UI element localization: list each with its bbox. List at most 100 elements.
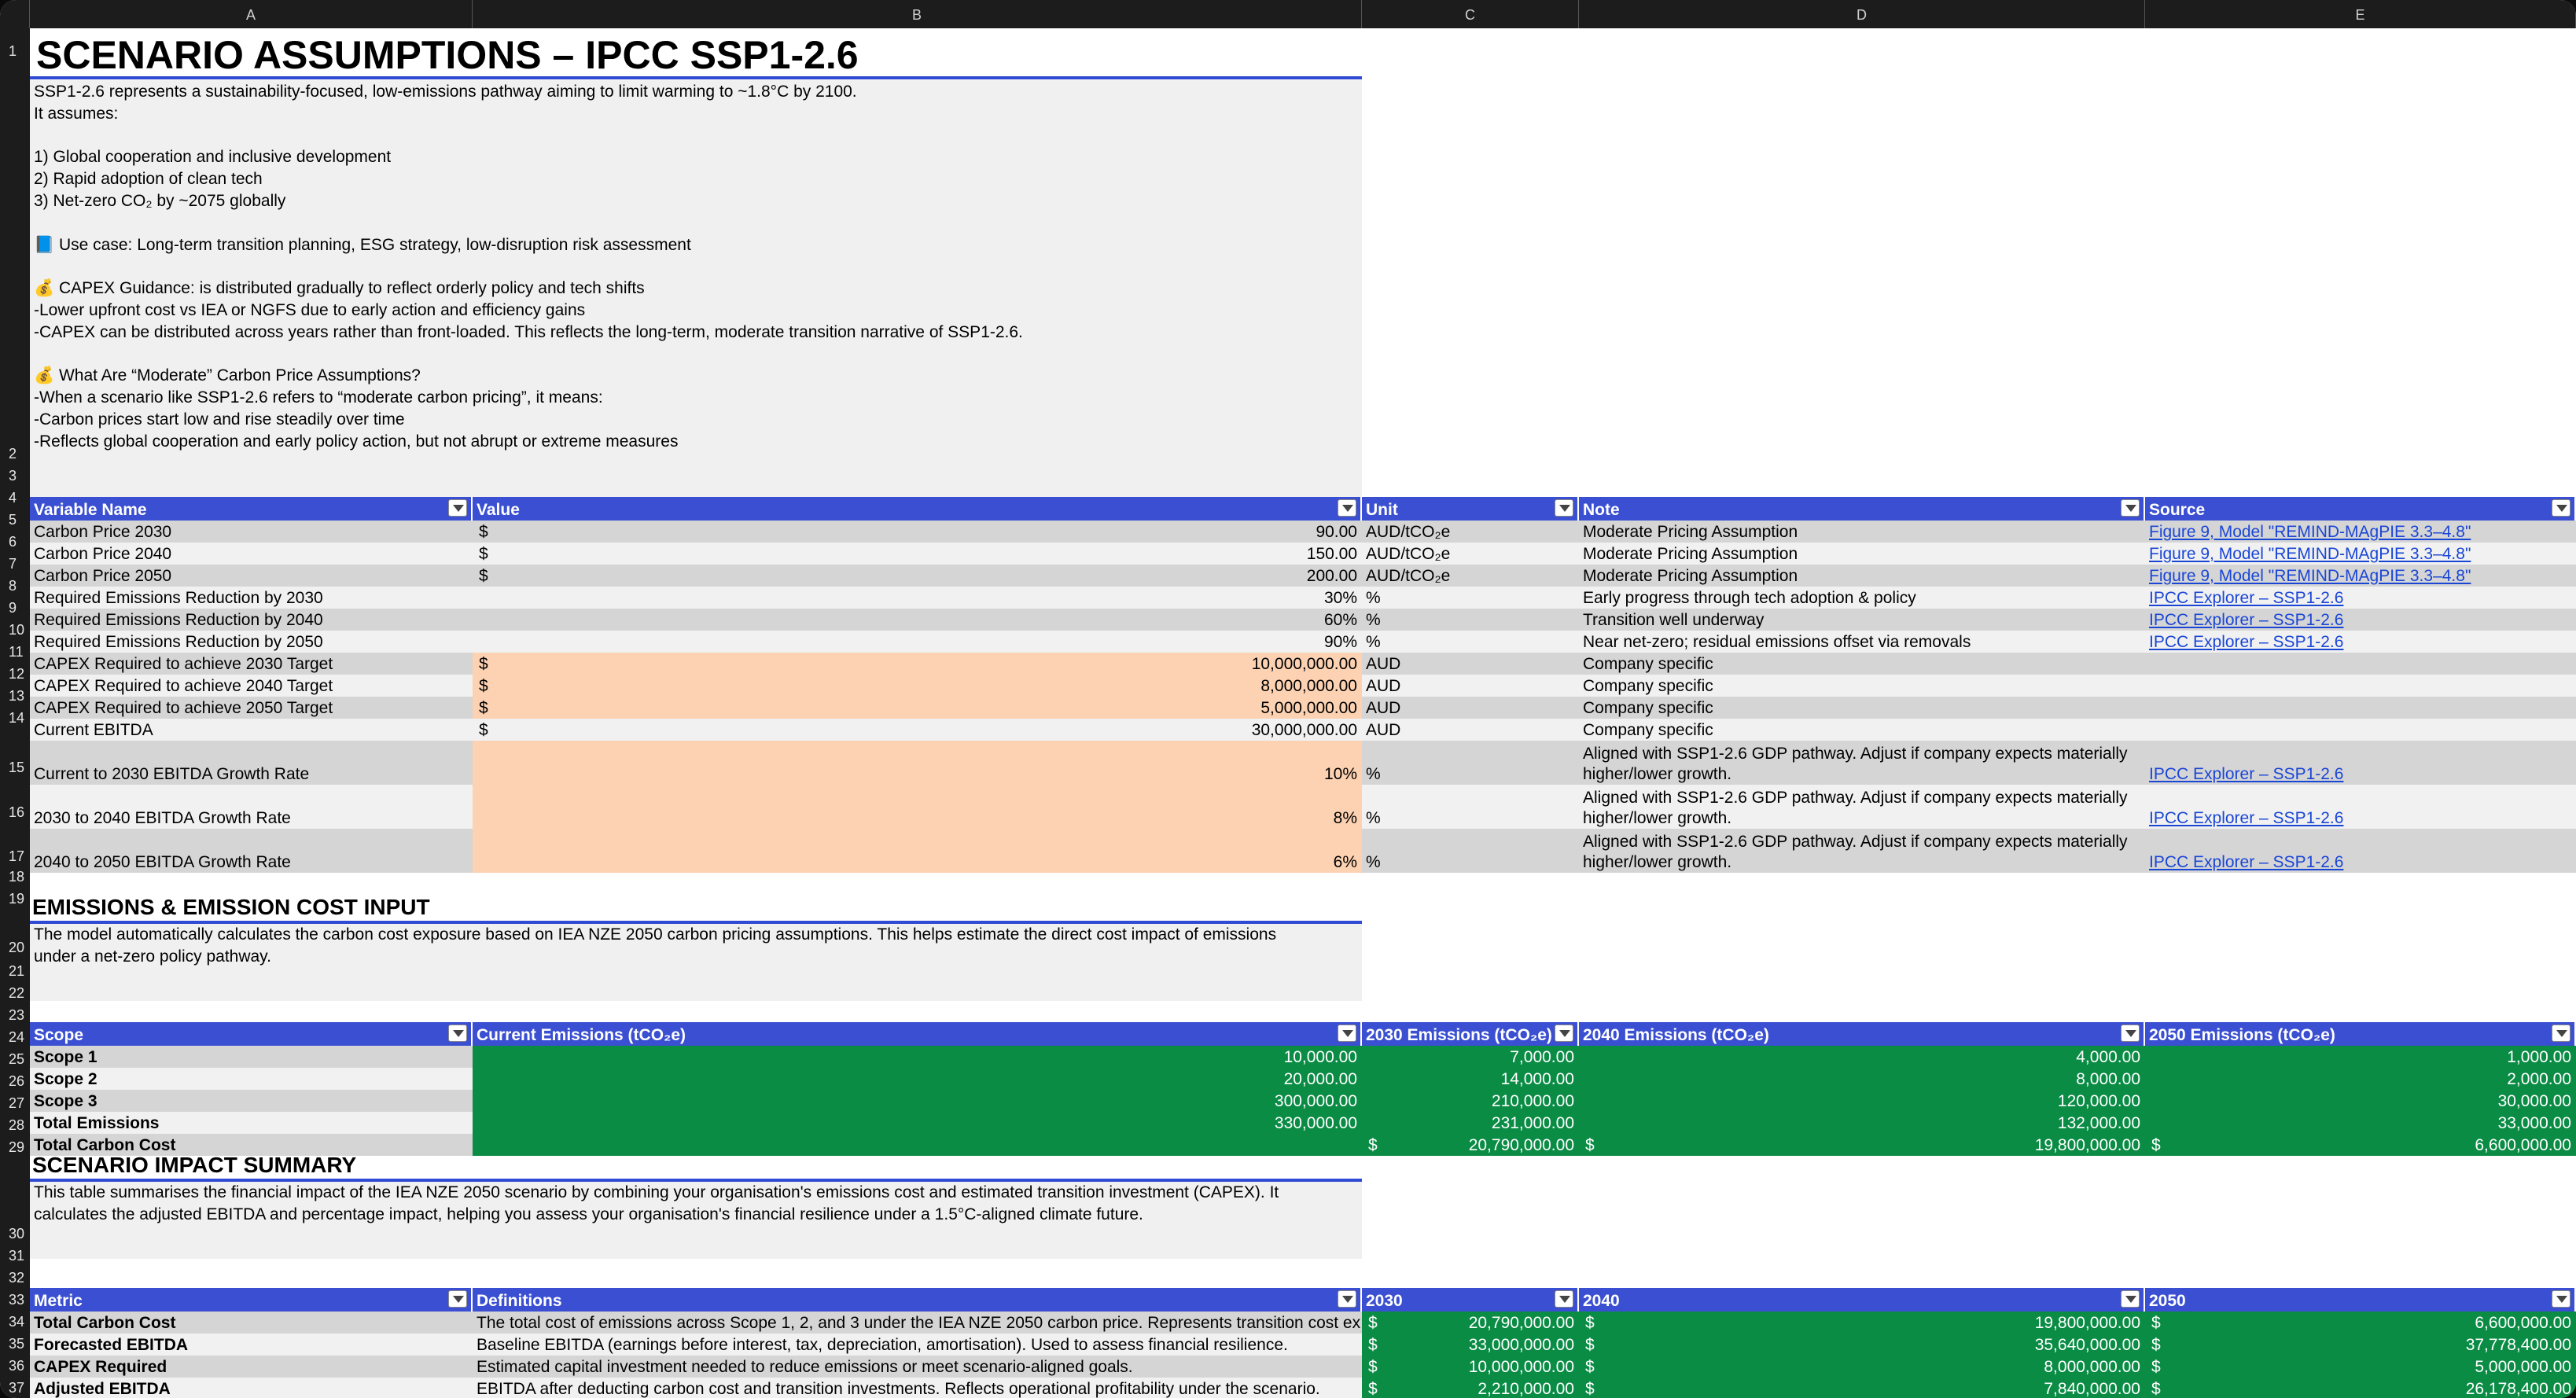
value-input-cell[interactable]: $8,000,000.00	[473, 675, 1362, 697]
row-number[interactable]: 9	[0, 601, 30, 615]
row-number[interactable]: 22	[0, 986, 30, 1000]
header-variable-name[interactable]: Variable Name	[30, 497, 473, 521]
current-emissions-cell[interactable]: 20,000.00	[473, 1068, 1362, 1090]
header-metric[interactable]: Metric	[30, 1288, 473, 1312]
row-number[interactable]: 32	[0, 1271, 30, 1285]
header-2040[interactable]: 2040	[1579, 1288, 2145, 1312]
row-number[interactable]: 8	[0, 579, 30, 593]
filter-dropdown-icon[interactable]	[1338, 499, 1356, 517]
source-link[interactable]: Figure 9, Model "REMIND-MAgPIE 3.3–4.8"	[2149, 544, 2471, 565]
source-link[interactable]: IPCC Explorer – SSP1-2.6	[2149, 632, 2343, 653]
value-input-cell[interactable]: $5,000,000.00	[473, 697, 1362, 719]
value-input-cell[interactable]: 6%	[473, 829, 1362, 873]
header-note[interactable]: Note	[1579, 497, 2145, 521]
source-link[interactable]: IPCC Explorer – SSP1-2.6	[2149, 808, 2343, 829]
row-number[interactable]: 4	[0, 491, 30, 505]
row-number[interactable]: 24	[0, 1030, 30, 1044]
value-input-cell[interactable]: 30%	[473, 587, 1362, 609]
column-header-a[interactable]: A	[30, 0, 473, 28]
source-link[interactable]: Figure 9, Model "REMIND-MAgPIE 3.3–4.8"	[2149, 566, 2471, 587]
header-value[interactable]: Value	[473, 497, 1362, 521]
row-number[interactable]: 5	[0, 513, 30, 527]
row-number[interactable]: 26	[0, 1074, 30, 1088]
row-number[interactable]: 20	[0, 940, 30, 955]
filter-dropdown-icon[interactable]	[2552, 1290, 2570, 1308]
row-number[interactable]: 2	[0, 447, 30, 461]
column-header-e[interactable]: E	[2145, 0, 2576, 28]
row-number[interactable]: 1	[0, 44, 30, 58]
filter-dropdown-icon[interactable]	[448, 499, 467, 517]
column-header-d[interactable]: D	[1579, 0, 2145, 28]
filter-dropdown-icon[interactable]	[1338, 1025, 1356, 1042]
row-number[interactable]: 6	[0, 535, 30, 549]
column-header-c[interactable]: C	[1362, 0, 1579, 28]
row-number[interactable]: 36	[0, 1359, 30, 1373]
row-number[interactable]: 15	[0, 760, 30, 774]
row-number[interactable]: 21	[0, 964, 30, 978]
filter-dropdown-icon[interactable]	[2552, 1025, 2570, 1042]
value-input-cell[interactable]: $150.00	[473, 543, 1362, 565]
header-definitions[interactable]: Definitions	[473, 1288, 1362, 1312]
header-source[interactable]: Source	[2145, 497, 2576, 521]
filter-dropdown-icon[interactable]	[2552, 499, 2570, 517]
intro-text-box[interactable]: SSP1-2.6 represents a sustainability-foc…	[30, 80, 1362, 502]
value-input-cell[interactable]: 8%	[473, 785, 1362, 829]
row-number[interactable]: 30	[0, 1227, 30, 1241]
row-number[interactable]: 33	[0, 1293, 30, 1307]
filter-dropdown-icon[interactable]	[1338, 1290, 1356, 1308]
source-link[interactable]: IPCC Explorer – SSP1-2.6	[2149, 852, 2343, 873]
row-number[interactable]: 29	[0, 1140, 30, 1154]
filter-dropdown-icon[interactable]	[2121, 1290, 2140, 1308]
row-number[interactable]: 16	[0, 805, 30, 819]
row-number[interactable]: 17	[0, 849, 30, 863]
impact-description[interactable]: This table summarises the financial impa…	[30, 1182, 1362, 1259]
row-number[interactable]: 3	[0, 469, 30, 483]
value-input-cell[interactable]: $10,000,000.00	[473, 653, 1362, 675]
current-emissions-cell[interactable]: 10,000.00	[473, 1046, 1362, 1068]
source-link[interactable]: IPCC Explorer – SSP1-2.6	[2149, 588, 2343, 609]
emissions-description[interactable]: The model automatically calculates the c…	[30, 924, 1362, 1001]
source-link[interactable]: Figure 9, Model "REMIND-MAgPIE 3.3–4.8"	[2149, 522, 2471, 543]
filter-dropdown-icon[interactable]	[1555, 499, 1573, 517]
row-number[interactable]: 18	[0, 870, 30, 884]
row-number[interactable]: 35	[0, 1337, 30, 1351]
value-input-cell[interactable]: 60%	[473, 609, 1362, 631]
value-input-cell[interactable]: 10%	[473, 741, 1362, 785]
row-number[interactable]: 25	[0, 1052, 30, 1066]
header-scope[interactable]: Scope	[30, 1022, 473, 1046]
row-number[interactable]: 37	[0, 1381, 30, 1395]
select-all-corner[interactable]	[0, 0, 30, 28]
header-2050-emissions[interactable]: 2050 Emissions (tCO₂e)	[2145, 1022, 2576, 1046]
header-2030[interactable]: 2030	[1362, 1288, 1579, 1312]
row-number[interactable]: 19	[0, 892, 30, 906]
row-number[interactable]: 7	[0, 557, 30, 571]
header-unit[interactable]: Unit	[1362, 497, 1579, 521]
current-emissions-cell[interactable]: 300,000.00	[473, 1090, 1362, 1112]
row-number[interactable]: 14	[0, 711, 30, 725]
value-input-cell[interactable]: 90%	[473, 631, 1362, 653]
row-number[interactable]: 28	[0, 1118, 30, 1132]
row-number[interactable]: 12	[0, 667, 30, 681]
header-2030-emissions[interactable]: 2030 Emissions (tCO₂e)	[1362, 1022, 1579, 1046]
source-link[interactable]: IPCC Explorer – SSP1-2.6	[2149, 610, 2343, 631]
row-number[interactable]: 34	[0, 1315, 30, 1329]
filter-dropdown-icon[interactable]	[1555, 1025, 1573, 1042]
value-input-cell[interactable]: $200.00	[473, 565, 1362, 587]
column-header-b[interactable]: B	[473, 0, 1362, 28]
filter-dropdown-icon[interactable]	[448, 1025, 467, 1042]
row-number[interactable]: 11	[0, 645, 30, 659]
source-link[interactable]: IPCC Explorer – SSP1-2.6	[2149, 764, 2343, 785]
row-number[interactable]: 10	[0, 623, 30, 637]
filter-dropdown-icon[interactable]	[1555, 1290, 1573, 1308]
header-2050[interactable]: 2050	[2145, 1288, 2576, 1312]
value-input-cell[interactable]: $90.00	[473, 521, 1362, 543]
filter-dropdown-icon[interactable]	[2121, 1025, 2140, 1042]
filter-dropdown-icon[interactable]	[2121, 499, 2140, 517]
row-number[interactable]: 13	[0, 689, 30, 703]
header-2040-emissions[interactable]: 2040 Emissions (tCO₂e)	[1579, 1022, 2145, 1046]
value-input-cell[interactable]: $30,000,000.00	[473, 719, 1362, 741]
filter-dropdown-icon[interactable]	[448, 1290, 467, 1308]
current-emissions-cell[interactable]: 330,000.00	[473, 1112, 1362, 1134]
row-number[interactable]: 31	[0, 1249, 30, 1263]
row-number[interactable]: 27	[0, 1096, 30, 1110]
